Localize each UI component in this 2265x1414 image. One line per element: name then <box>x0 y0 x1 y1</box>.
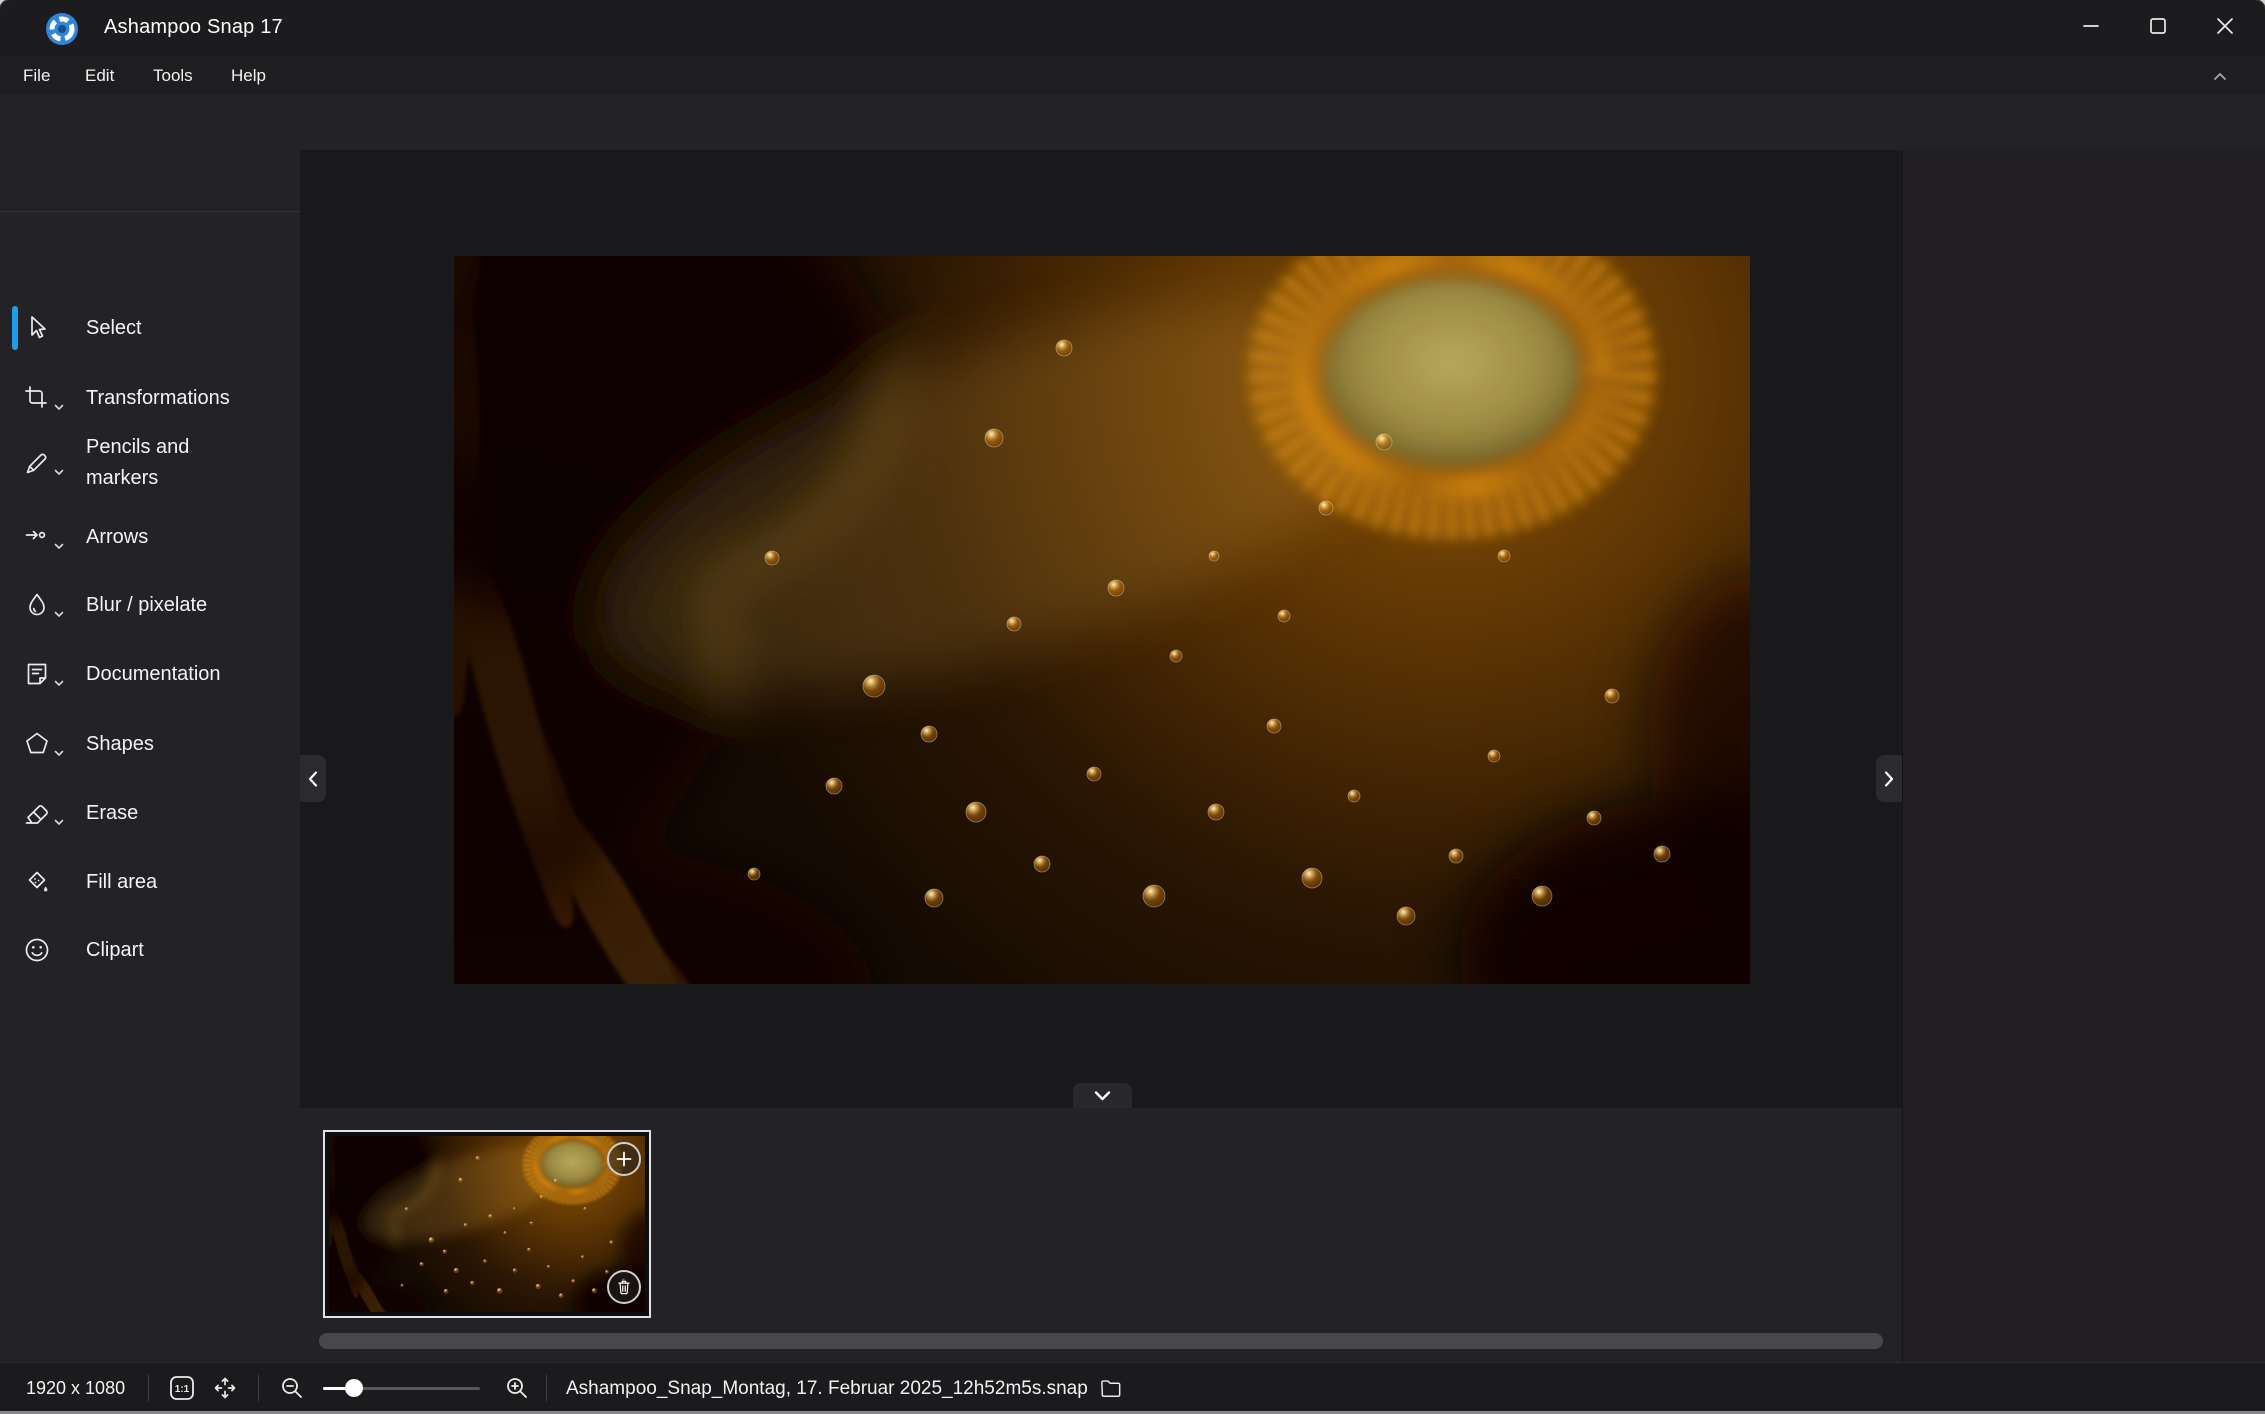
thumbnail-strip <box>300 1108 1902 1362</box>
sidebar-item-fill-area[interactable]: Fill area <box>0 858 300 906</box>
move-arrows-icon <box>212 1375 238 1401</box>
sidebar-item-transformations[interactable]: Transformations <box>0 374 300 422</box>
close-button[interactable] <box>2196 6 2254 46</box>
arrow-icon <box>22 522 52 552</box>
chevron-down-icon <box>53 402 65 413</box>
statusbar-separator <box>148 1375 149 1401</box>
app-logo-icon <box>44 11 80 47</box>
smiley-icon <box>22 935 52 965</box>
zoom-slider-handle[interactable] <box>345 1379 363 1397</box>
zoom-in-button[interactable] <box>504 1375 530 1401</box>
open-file-location-button[interactable] <box>1098 1375 1124 1401</box>
zoom-out-button[interactable] <box>279 1375 305 1401</box>
sidebar-item-erase[interactable]: Erase <box>0 789 300 837</box>
active-indicator <box>12 306 18 350</box>
statusbar-separator <box>258 1375 259 1401</box>
pentagon-icon <box>22 729 52 759</box>
marker-icon <box>22 448 52 478</box>
collapse-menu-button[interactable] <box>2206 65 2234 87</box>
chevron-down-icon <box>53 609 65 620</box>
menu-help[interactable]: Help <box>225 57 272 95</box>
chevron-left-icon <box>306 770 320 788</box>
scroll-right-button[interactable] <box>1876 755 1902 802</box>
chevron-up-icon <box>2212 70 2228 82</box>
fit-to-window-button[interactable] <box>212 1375 238 1401</box>
app-window: Ashampoo Snap 17 File Edit Tools Help <box>0 0 2265 1414</box>
cursor-icon <box>22 313 52 343</box>
chevron-down-icon <box>53 678 65 689</box>
chevron-down-icon <box>53 817 65 828</box>
crop-icon <box>22 383 52 413</box>
sidebar-item-blur-pixelate[interactable]: Blur / pixelate <box>0 581 300 629</box>
sidebar-item-clipart[interactable]: Clipart <box>0 926 300 974</box>
menu-bar: File Edit Tools Help <box>0 57 2265 95</box>
droplet-icon <box>22 590 52 620</box>
menu-file[interactable]: File <box>17 57 56 95</box>
title-bar: Ashampoo Snap 17 <box>0 0 2265 57</box>
scroll-left-button[interactable] <box>300 755 326 802</box>
image-dimensions: 1920 x 1080 <box>26 1378 125 1399</box>
zoom-out-icon <box>279 1375 305 1401</box>
toolbar: Share <box>0 95 2265 150</box>
plus-icon <box>616 1151 632 1167</box>
menu-edit[interactable]: Edit <box>79 57 120 95</box>
sidebar-item-shapes[interactable]: Shapes <box>0 720 300 768</box>
menu-tools[interactable]: Tools <box>147 57 199 95</box>
right-panel <box>1902 150 2265 1362</box>
chevron-down-icon <box>53 467 65 478</box>
collapse-thumbnails-button[interactable] <box>1073 1083 1132 1108</box>
editor-canvas[interactable] <box>300 150 1902 1108</box>
tool-sidebar: Select Transformations Pencils and marke… <box>0 150 300 1362</box>
sidebar-item-arrows[interactable]: Arrows <box>0 513 300 561</box>
thumbnail-image <box>329 1136 645 1312</box>
add-capture-button[interactable] <box>607 1142 641 1176</box>
sidebar-item-select[interactable]: Select <box>0 304 300 352</box>
status-bar: 1920 x 1080 1:1 <box>0 1362 2265 1414</box>
fill-bucket-icon <box>22 867 52 897</box>
svg-text:1:1: 1:1 <box>175 1384 190 1395</box>
capture-thumbnail[interactable] <box>323 1130 651 1318</box>
sidebar-item-pencils-markers[interactable]: Pencils and markers <box>0 431 300 495</box>
zoom-slider[interactable] <box>323 1387 480 1390</box>
delete-capture-button[interactable] <box>607 1270 641 1304</box>
captured-image <box>454 256 1750 984</box>
chevron-down-icon <box>1092 1088 1113 1103</box>
horizontal-scrollbar[interactable] <box>319 1333 1883 1349</box>
chevron-right-icon <box>1882 770 1896 788</box>
sidebar-separator <box>0 211 300 212</box>
chevron-down-icon <box>53 541 65 552</box>
eraser-icon <box>22 798 52 828</box>
chevron-down-icon <box>53 748 65 759</box>
actual-size-button[interactable]: 1:1 <box>169 1375 195 1401</box>
note-icon <box>22 659 52 689</box>
window-title: Ashampoo Snap 17 <box>104 16 283 39</box>
one-to-one-icon: 1:1 <box>169 1375 195 1401</box>
maximize-button[interactable] <box>2129 6 2187 46</box>
trash-icon <box>615 1278 633 1296</box>
folder-icon <box>1098 1375 1124 1401</box>
sidebar-item-documentation[interactable]: Documentation <box>0 650 300 698</box>
statusbar-separator <box>546 1375 547 1401</box>
current-filename: Ashampoo_Snap_Montag, 17. Februar 2025_1… <box>566 1378 1088 1400</box>
minimize-button[interactable] <box>2062 6 2120 46</box>
zoom-in-icon <box>504 1375 530 1401</box>
